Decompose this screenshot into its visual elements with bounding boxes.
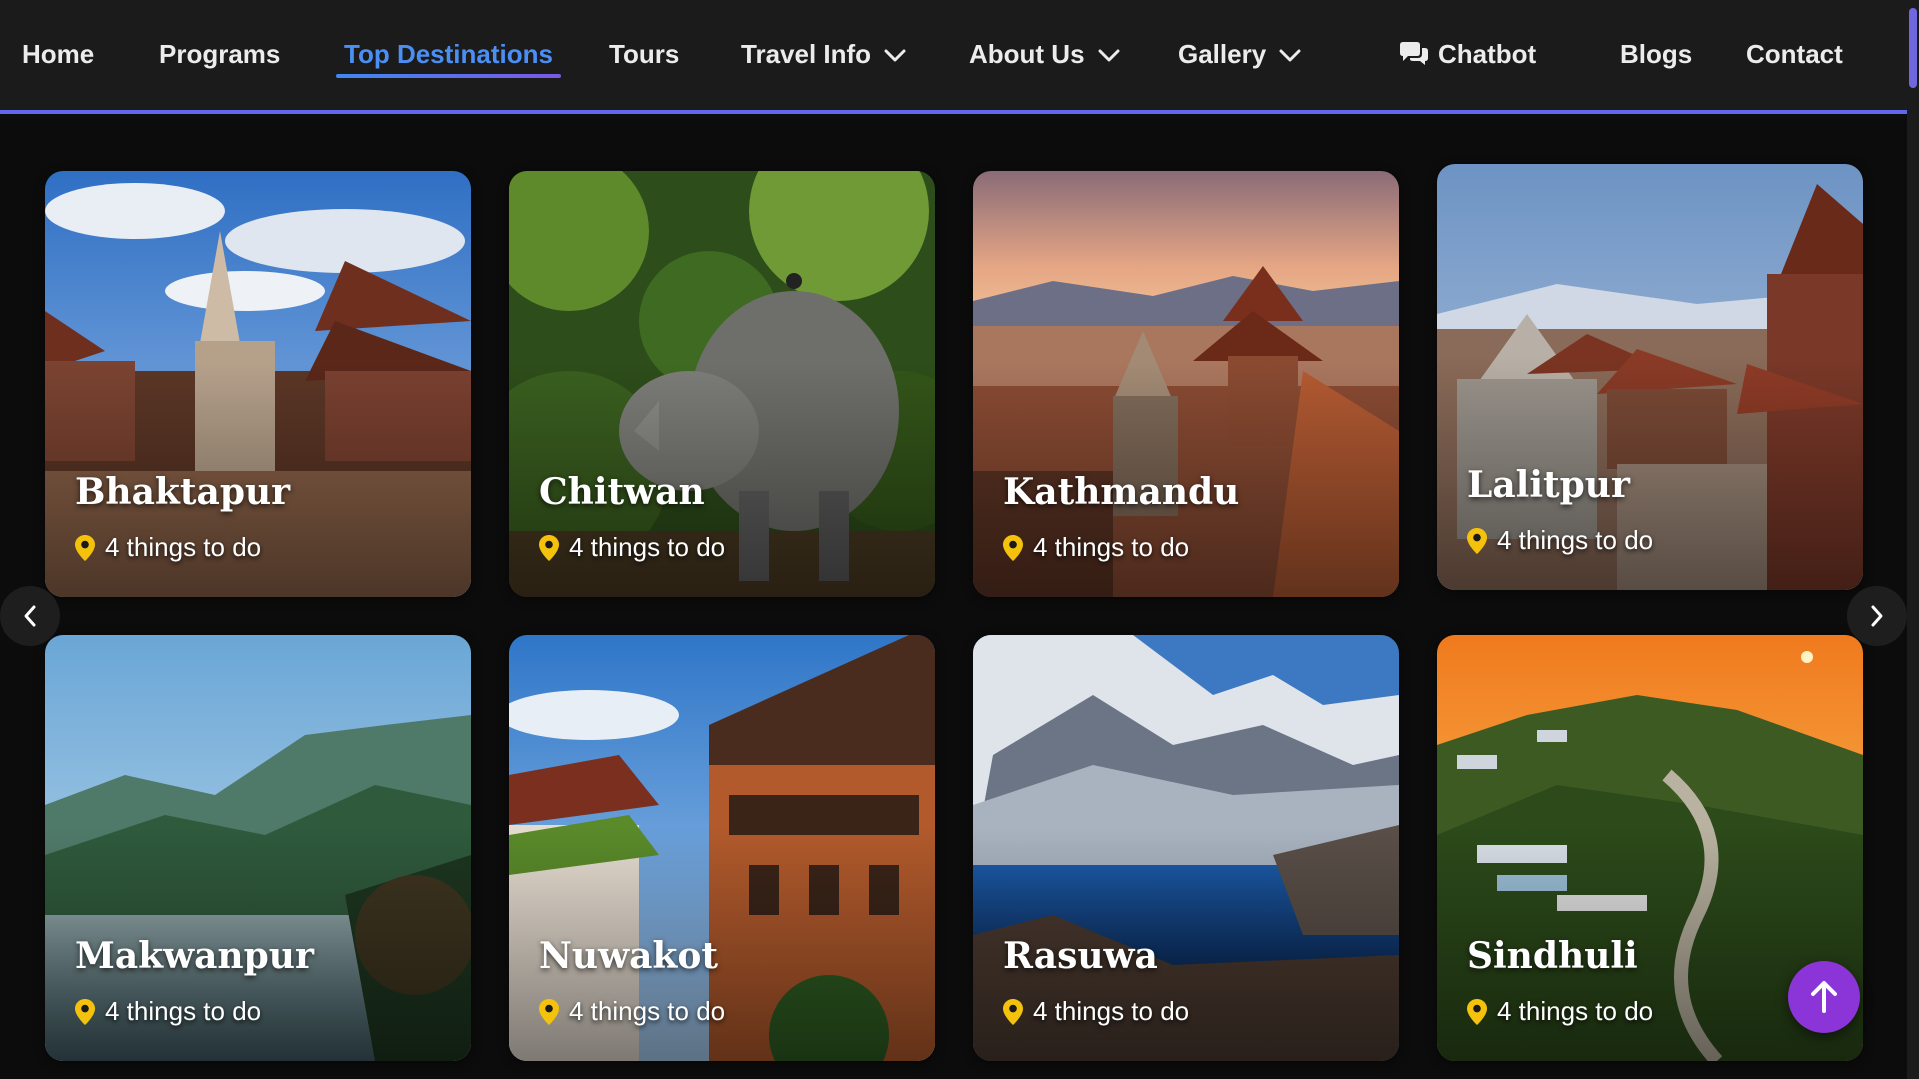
location-pin-icon xyxy=(75,534,95,561)
nav-chatbot[interactable]: Chatbot xyxy=(1398,34,1536,74)
location-pin-icon xyxy=(1003,534,1023,561)
destination-card-chitwan[interactable]: Chitwan 4 things to do xyxy=(509,171,935,597)
destination-meta: 4 things to do xyxy=(1003,996,1189,1027)
destination-card-kathmandu[interactable]: Kathmandu 4 things to do xyxy=(973,171,1399,597)
destination-card-makwanpur[interactable]: Makwanpur 4 things to do xyxy=(45,635,471,1061)
destination-name: Rasuwa xyxy=(1003,935,1158,977)
nav-blogs[interactable]: Blogs xyxy=(1620,34,1692,74)
destination-meta: 4 things to do xyxy=(1467,996,1653,1027)
nav-about-us[interactable]: About Us xyxy=(969,34,1120,74)
destination-card-rasuwa[interactable]: Rasuwa 4 things to do xyxy=(973,635,1399,1061)
chevron-down-icon xyxy=(1279,49,1301,62)
destination-card-bhaktapur[interactable]: Bhaktapur 4 things to do xyxy=(45,171,471,597)
destination-card-lalitpur[interactable]: Lalitpur 4 things to do xyxy=(1437,164,1863,590)
chevron-down-icon xyxy=(1098,49,1120,62)
destination-name: Chitwan xyxy=(539,471,705,513)
carousel-prev-button[interactable] xyxy=(0,586,60,646)
location-pin-icon xyxy=(1467,998,1487,1025)
nav-chatbot-label: Chatbot xyxy=(1438,39,1537,69)
nav-programs[interactable]: Programs xyxy=(159,34,280,74)
destination-name: Sindhuli xyxy=(1467,935,1638,977)
location-pin-icon xyxy=(75,998,95,1025)
nav-travel-info[interactable]: Travel Info xyxy=(741,34,906,74)
arrow-up-icon xyxy=(1811,981,1837,1013)
nav-top-destinations[interactable]: Top Destinations xyxy=(336,34,561,78)
scrollbar-thumb[interactable] xyxy=(1909,8,1917,88)
things-to-do-label: 4 things to do xyxy=(1497,996,1654,1026)
things-to-do-label: 4 things to do xyxy=(105,996,262,1026)
nav-home[interactable]: Home xyxy=(22,34,94,74)
destination-meta: 4 things to do xyxy=(1003,532,1189,563)
destination-name: Makwanpur xyxy=(75,935,314,977)
nav-gallery[interactable]: Gallery xyxy=(1178,34,1301,74)
location-pin-icon xyxy=(539,534,559,561)
things-to-do-label: 4 things to do xyxy=(569,996,726,1026)
chevron-left-icon xyxy=(24,605,36,627)
nav-contact[interactable]: Contact xyxy=(1746,34,1843,74)
things-to-do-label: 4 things to do xyxy=(1033,996,1190,1026)
destination-name: Nuwakot xyxy=(539,935,718,977)
nav-gallery-label: Gallery xyxy=(1178,39,1267,69)
things-to-do-label: 4 things to do xyxy=(569,532,726,562)
things-to-do-label: 4 things to do xyxy=(1033,532,1190,562)
chevron-down-icon xyxy=(884,49,906,62)
chat-bubbles-icon xyxy=(1400,41,1428,65)
things-to-do-label: 4 things to do xyxy=(1497,525,1654,555)
top-navigation-bar: Home Programs Top Destinations Tours Tra… xyxy=(0,0,1907,114)
nav-tours[interactable]: Tours xyxy=(609,34,679,74)
destination-meta: 4 things to do xyxy=(539,532,725,563)
destination-meta: 4 things to do xyxy=(75,996,261,1027)
location-pin-icon xyxy=(1003,998,1023,1025)
nav-travel-info-label: Travel Info xyxy=(741,39,872,69)
destination-name: Lalitpur xyxy=(1467,464,1630,506)
carousel-next-button[interactable] xyxy=(1847,586,1907,646)
location-pin-icon xyxy=(539,998,559,1025)
destination-meta: 4 things to do xyxy=(539,996,725,1027)
location-pin-icon xyxy=(1467,527,1487,554)
things-to-do-label: 4 things to do xyxy=(105,532,262,562)
destination-card-nuwakot[interactable]: Nuwakot 4 things to do xyxy=(509,635,935,1061)
destination-name: Bhaktapur xyxy=(75,471,291,513)
scroll-to-top-button[interactable] xyxy=(1788,961,1860,1033)
destination-name: Kathmandu xyxy=(1003,471,1240,513)
nav-about-us-label: About Us xyxy=(969,39,1085,69)
destination-meta: 4 things to do xyxy=(75,532,261,563)
page-scrollbar[interactable] xyxy=(1907,0,1919,1079)
destination-meta: 4 things to do xyxy=(1467,525,1653,556)
chevron-right-icon xyxy=(1871,605,1883,627)
